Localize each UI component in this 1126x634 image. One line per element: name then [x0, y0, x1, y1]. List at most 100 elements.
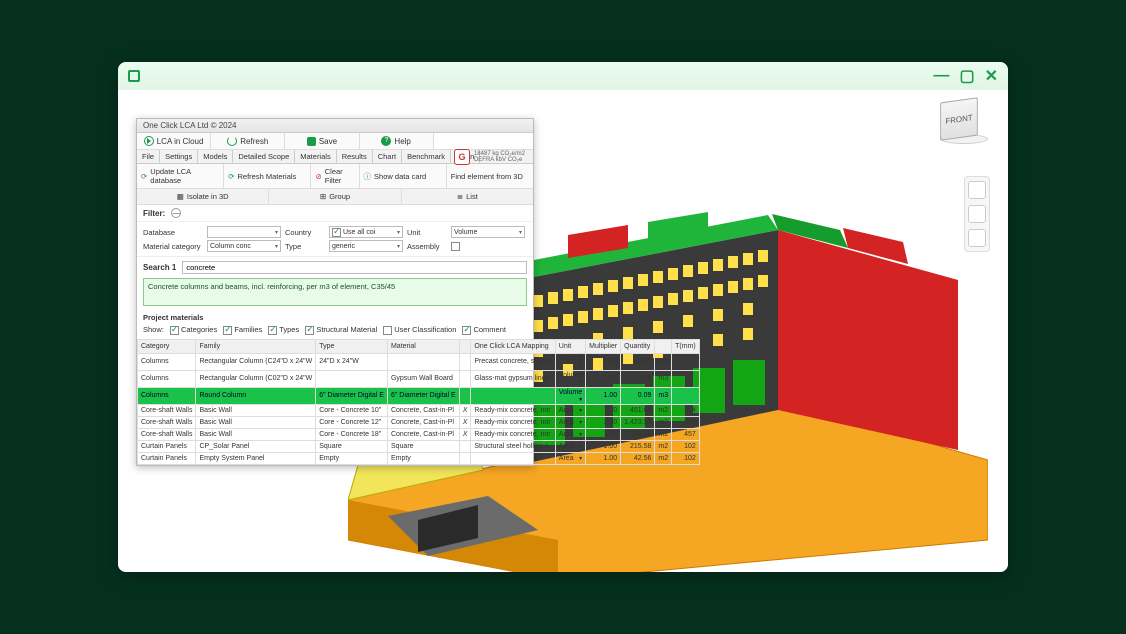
- grade-g-icon: G: [454, 149, 470, 165]
- filter-collapse-icon[interactable]: —: [171, 208, 181, 218]
- play-icon: [144, 136, 154, 146]
- badge-spacer: [434, 133, 533, 149]
- assembly-checkbox[interactable]: [451, 242, 460, 251]
- show-structural-checkbox[interactable]: [305, 326, 314, 335]
- filter-label: Filter:: [143, 209, 165, 218]
- col-thickness[interactable]: T(mm): [672, 339, 700, 353]
- help-button[interactable]: ?Help: [360, 133, 434, 149]
- find-from-3d-button[interactable]: Find element from 3D: [447, 164, 533, 188]
- panel-title: One Click LCA Ltd © 2024: [137, 119, 533, 133]
- actions-row: ⟳Update LCA database ⟳Refresh Materials …: [137, 164, 533, 189]
- viewcube[interactable]: FRONT: [940, 100, 988, 148]
- isolate-3d-button[interactable]: ▦Isolate in 3D: [137, 189, 269, 204]
- show-row: Show: Categories Families Types Structur…: [137, 325, 533, 339]
- save-button[interactable]: Save: [285, 133, 359, 149]
- main-toolbar: LCA in Cloud Refresh Save ?Help: [137, 133, 533, 150]
- nav-home-icon[interactable]: [968, 181, 986, 199]
- search-row: Search 1: [137, 257, 533, 278]
- list-button[interactable]: ≣List: [402, 189, 533, 204]
- col-multiplier[interactable]: Multiplier: [586, 339, 621, 353]
- gwp-source: DEFRA kbV CO₂e: [474, 157, 525, 163]
- search-label: Search 1: [143, 263, 176, 272]
- show-families-checkbox[interactable]: [223, 326, 232, 335]
- materials-table[interactable]: Category Family Type Material One Click …: [137, 339, 700, 465]
- unit-select[interactable]: Volume▾: [451, 226, 525, 238]
- tab-benchmark[interactable]: Benchmark: [402, 150, 451, 163]
- refresh-button[interactable]: Refresh: [211, 133, 285, 149]
- tab-chart[interactable]: Chart: [373, 150, 402, 163]
- tab-detailed-scope[interactable]: Detailed Scope: [233, 150, 295, 163]
- tab-results[interactable]: Results: [337, 150, 373, 163]
- gwp-badge: G 18487 kg CO₂e/m2 DEFRA kbV CO₂e: [454, 149, 525, 165]
- view-row: ▦Isolate in 3D ⊞Group ≣List: [137, 189, 533, 205]
- unit-label: Unit: [407, 228, 447, 237]
- titlebar: — ▢ ✕: [118, 62, 1008, 90]
- table-row[interactable]: Core-shaft WallsBasic WallCore - Concret…: [138, 404, 700, 416]
- lca-in-cloud-button[interactable]: LCA in Cloud: [137, 133, 211, 149]
- country-label: Country: [285, 228, 325, 237]
- app-icon: [128, 70, 140, 82]
- viewport[interactable]: FRONT One Click LCA Ltd © 2024 LCA in Cl…: [118, 90, 1008, 572]
- col-ix[interactable]: [459, 339, 471, 353]
- type-label: Type: [285, 242, 325, 251]
- revit-window: — ▢ ✕: [118, 62, 1008, 572]
- assembly-label: Assembly: [407, 242, 447, 251]
- nav-toolbar: [964, 176, 990, 252]
- show-data-card-button[interactable]: ⓘShow data card: [360, 164, 447, 188]
- database-select[interactable]: ▾: [207, 226, 281, 238]
- nav-orbit-icon[interactable]: [968, 205, 986, 223]
- search-input[interactable]: [182, 261, 527, 274]
- col-unit[interactable]: Unit: [555, 339, 585, 353]
- minimize-button[interactable]: —: [933, 67, 949, 85]
- close-button[interactable]: ✕: [985, 66, 998, 86]
- table-row[interactable]: Curtain PanelsEmpty System PanelEmptyEmp…: [138, 452, 700, 464]
- oneclicklca-panel: One Click LCA Ltd © 2024 LCA in Cloud Re…: [136, 118, 534, 466]
- database-label: Database: [143, 228, 203, 237]
- group-button[interactable]: ⊞Group: [269, 189, 401, 204]
- titlebar-controls: — ▢ ✕: [933, 66, 998, 86]
- col-unit2[interactable]: [655, 339, 672, 353]
- matcat-select[interactable]: Column conc▾: [207, 240, 281, 252]
- refresh-icon: [227, 136, 237, 146]
- type-select[interactable]: generic▾: [329, 240, 403, 252]
- search-suggestion[interactable]: Concrete columns and beams, incl. reinfo…: [143, 278, 527, 306]
- col-family[interactable]: Family: [196, 339, 316, 353]
- col-quantity[interactable]: Quantity: [621, 339, 655, 353]
- titlebar-left: [128, 70, 140, 82]
- table-header: Category Family Type Material One Click …: [138, 339, 700, 353]
- show-userclass-checkbox[interactable]: [383, 326, 392, 335]
- table-row[interactable]: Core-shaft WallsBasic WallCore - Concret…: [138, 416, 700, 428]
- show-types-checkbox[interactable]: [268, 326, 277, 335]
- viewcube-face-front[interactable]: FRONT: [940, 97, 978, 141]
- table-row[interactable]: ColumnsRound Column6" Diameter Digital E…: [138, 387, 700, 404]
- col-material[interactable]: Material: [387, 339, 459, 353]
- help-icon: ?: [381, 136, 391, 146]
- country-check: [332, 228, 341, 237]
- show-label: Show:: [143, 325, 164, 334]
- table-row[interactable]: Core-shaft WallsBasic WallCore - Concret…: [138, 428, 700, 440]
- assembly-cell: [451, 241, 525, 251]
- table-row[interactable]: ColumnsRectangular Column (C02"D x 24"WG…: [138, 370, 700, 387]
- filter-header: Filter: —: [137, 205, 533, 222]
- col-category[interactable]: Category: [138, 339, 196, 353]
- col-mapping[interactable]: One Click LCA Mapping: [471, 339, 555, 353]
- matcat-label: Material category: [143, 242, 203, 251]
- clear-filter-button[interactable]: ⊘Clear Filter: [311, 164, 359, 188]
- nav-pan-icon[interactable]: [968, 229, 986, 247]
- col-type[interactable]: Type: [316, 339, 388, 353]
- show-categories-checkbox[interactable]: [170, 326, 179, 335]
- project-materials-header: Project materials: [137, 310, 533, 325]
- save-icon: [307, 137, 316, 146]
- maximize-button[interactable]: ▢: [959, 66, 974, 86]
- update-database-button[interactable]: ⟳Update LCA database: [137, 164, 224, 188]
- table-row[interactable]: ColumnsRectangular Column (C24"D x 24"W2…: [138, 353, 700, 370]
- tab-settings[interactable]: Settings: [160, 150, 198, 163]
- table-row[interactable]: Curtain PanelsCP_Solar PanelSquareSquare…: [138, 440, 700, 452]
- filter-grid: Database ▾ Country Use all coi▾ Unit Vol…: [137, 222, 533, 257]
- tab-file[interactable]: File: [137, 150, 160, 163]
- country-select[interactable]: Use all coi▾: [329, 226, 403, 238]
- refresh-materials-button[interactable]: ⟳Refresh Materials: [224, 164, 311, 188]
- tab-materials[interactable]: Materials: [295, 150, 336, 163]
- show-comment-checkbox[interactable]: [462, 326, 471, 335]
- tab-models[interactable]: Models: [198, 150, 233, 163]
